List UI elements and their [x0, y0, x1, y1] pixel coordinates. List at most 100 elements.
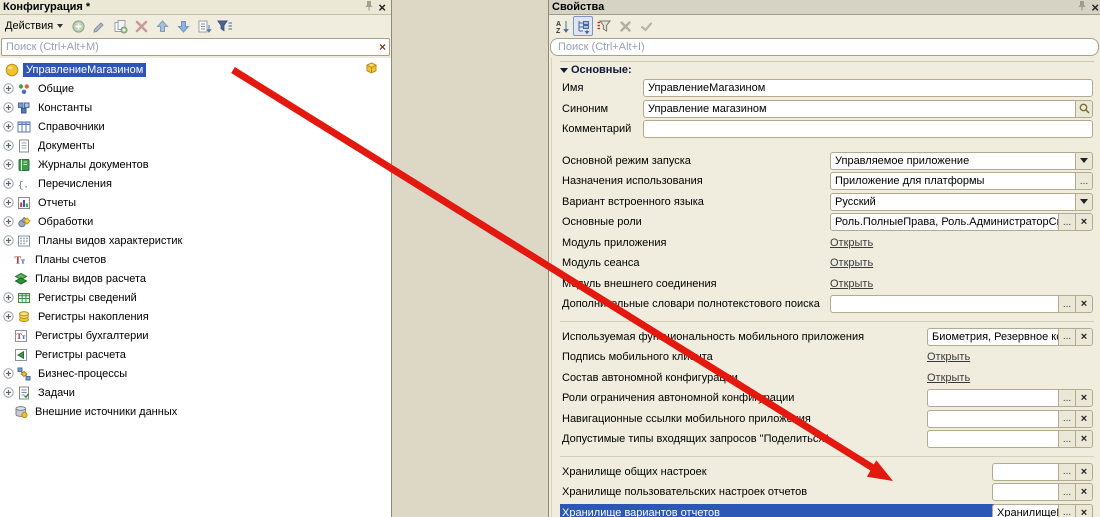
property-row[interactable]: Допустимые типы входящих запросов "Подел…	[560, 430, 1100, 451]
property-field[interactable]: Приложение для платформы...	[830, 172, 1093, 190]
property-field[interactable]: ...×	[927, 389, 1093, 407]
dropdown-button[interactable]	[1075, 194, 1092, 210]
tree-item[interactable]: Журналы документов	[0, 155, 391, 174]
property-row[interactable]: Основные ролиРоль.ПолныеПрава, Роль.Адми…	[560, 213, 1100, 234]
clear-button[interactable]: ×	[1075, 484, 1092, 500]
tree-item[interactable]: Общие	[0, 79, 391, 98]
property-row[interactable]: Подпись мобильного клиентаОткрыть	[560, 348, 1100, 369]
property-row[interactable]: Вариант встроенного языкаРусский	[560, 193, 1100, 214]
property-row[interactable]: Хранилище пользовательских настроек отче…	[560, 483, 1100, 504]
open-link[interactable]: Открыть	[927, 351, 970, 363]
dropdown-button[interactable]	[1075, 153, 1092, 169]
expand-plus-icon[interactable]	[3, 235, 14, 246]
tree-item[interactable]: Планы видов расчета	[0, 269, 391, 288]
property-row[interactable]: Основной режим запускаУправляемое прилож…	[560, 152, 1100, 173]
expand-plus-icon[interactable]	[3, 368, 14, 379]
property-field[interactable]: Биометрия, Резервное копирование...×	[927, 328, 1093, 346]
property-row[interactable]: Комментарий	[560, 120, 1100, 141]
ellipsis-button[interactable]: ...	[1058, 431, 1075, 447]
filter-button[interactable]	[215, 16, 235, 36]
expand-plus-icon[interactable]	[3, 387, 14, 398]
property-field[interactable]: ...×	[992, 483, 1093, 501]
tree-item[interactable]: Задачи	[0, 383, 391, 402]
clear-button[interactable]: ×	[1075, 505, 1092, 517]
open-link[interactable]: Открыть	[830, 278, 873, 290]
tree-item[interactable]: TтРегистры бухгалтерии	[0, 326, 391, 345]
expand-plus-icon[interactable]	[3, 292, 14, 303]
copy-button[interactable]	[110, 16, 130, 36]
property-row[interactable]: Хранилище общих настроек...×	[560, 463, 1100, 484]
ellipsis-button[interactable]: ...	[1058, 329, 1075, 345]
property-row[interactable]: Дополнительные словари полнотекстового п…	[560, 295, 1100, 316]
clear-button[interactable]: ×	[1075, 464, 1092, 480]
property-row[interactable]: Модуль сеансаОткрыть	[560, 254, 1100, 275]
property-field[interactable]: ...×	[830, 295, 1093, 313]
close-icon[interactable]: ×	[376, 2, 388, 13]
move-down-button[interactable]	[173, 16, 193, 36]
property-field[interactable]: Управление магазином	[643, 100, 1093, 118]
property-field[interactable]: Управляемое приложение	[830, 152, 1093, 170]
property-field[interactable]: Роль.ПолныеПрава, Роль.АдминистраторСис.…	[830, 213, 1093, 231]
property-row[interactable]: СинонимУправление магазином	[560, 100, 1100, 121]
expand-plus-icon[interactable]	[3, 216, 14, 227]
tree-item[interactable]: Внешние источники данных	[0, 402, 391, 421]
open-link[interactable]: Открыть	[927, 372, 970, 384]
sort-list-button[interactable]	[194, 16, 214, 36]
clear-button[interactable]: ×	[1075, 329, 1092, 345]
ellipsis-button[interactable]: ...	[1058, 411, 1075, 427]
property-row[interactable]: Назначения использованияПриложение для п…	[560, 172, 1100, 193]
tree-item[interactable]: Регистры расчета	[0, 345, 391, 364]
property-row[interactable]: ИмяУправлениеМагазином	[560, 79, 1100, 100]
tree-item[interactable]: Документы	[0, 136, 391, 155]
tree-item[interactable]: УправлениеМагазином	[0, 60, 391, 79]
clear-button[interactable]: ×	[1075, 390, 1092, 406]
magnifier-icon[interactable]	[1075, 101, 1092, 117]
tree-item[interactable]: Справочники	[0, 117, 391, 136]
property-row[interactable]: Модуль внешнего соединенияОткрыть	[560, 275, 1100, 296]
configuration-search-input[interactable]	[1, 38, 390, 56]
ellipsis-button[interactable]: ...	[1058, 214, 1075, 230]
open-link[interactable]: Открыть	[830, 257, 873, 269]
tree-item[interactable]: Обработки	[0, 212, 391, 231]
property-field[interactable]: ...×	[927, 410, 1093, 428]
property-row[interactable]: Состав автономной конфигурацииОткрыть	[560, 369, 1100, 390]
sort-alphabetical-button[interactable]: AZ	[552, 16, 572, 36]
property-field[interactable]	[643, 120, 1093, 138]
expand-plus-icon[interactable]	[3, 83, 14, 94]
tree-item[interactable]: {..}Перечисления	[0, 174, 391, 193]
expand-plus-icon[interactable]	[3, 102, 14, 113]
tree-item[interactable]: Регистры накопления	[0, 307, 391, 326]
expand-plus-icon[interactable]	[3, 121, 14, 132]
expand-plus-icon[interactable]	[3, 140, 14, 151]
property-row[interactable]: Модуль приложенияОткрыть	[560, 234, 1100, 255]
tree-item[interactable]: Отчеты	[0, 193, 391, 212]
ellipsis-button[interactable]: ...	[1058, 464, 1075, 480]
expand-plus-icon[interactable]	[3, 197, 14, 208]
properties-search-input[interactable]	[550, 38, 1099, 56]
actions-menu-button[interactable]: Действия	[3, 16, 67, 36]
property-field[interactable]: ...×	[992, 463, 1093, 481]
property-row[interactable]: Используемая функциональность мобильного…	[560, 328, 1100, 349]
expand-plus-icon[interactable]	[3, 311, 14, 322]
property-field[interactable]: ХранилищеВариантовОтчетов...×	[992, 504, 1093, 517]
property-row[interactable]: Навигационные ссылки мобильного приложен…	[560, 410, 1100, 431]
property-field[interactable]: УправлениеМагазином	[643, 79, 1093, 97]
tree-item[interactable]: Бизнес-процессы	[0, 364, 391, 383]
property-row[interactable]: Роли ограничения автономной конфигурации…	[560, 389, 1100, 410]
property-field[interactable]: Русский	[830, 193, 1093, 211]
ellipsis-button[interactable]: ...	[1058, 390, 1075, 406]
group-by-categories-button[interactable]	[573, 16, 593, 36]
ellipsis-button[interactable]: ...	[1058, 484, 1075, 500]
property-field[interactable]: ...×	[927, 430, 1093, 448]
edit-button[interactable]	[89, 16, 109, 36]
delete-button[interactable]	[131, 16, 151, 36]
clear-button[interactable]: ×	[1075, 296, 1092, 312]
move-up-button[interactable]	[152, 16, 172, 36]
ellipsis-button[interactable]: ...	[1075, 173, 1092, 189]
expand-plus-icon[interactable]	[3, 178, 14, 189]
close-icon[interactable]: ×	[1089, 2, 1100, 13]
filter-properties-button[interactable]	[594, 16, 614, 36]
ellipsis-button[interactable]: ...	[1058, 296, 1075, 312]
add-button[interactable]	[68, 16, 88, 36]
tree-item[interactable]: TтПланы счетов	[0, 250, 391, 269]
